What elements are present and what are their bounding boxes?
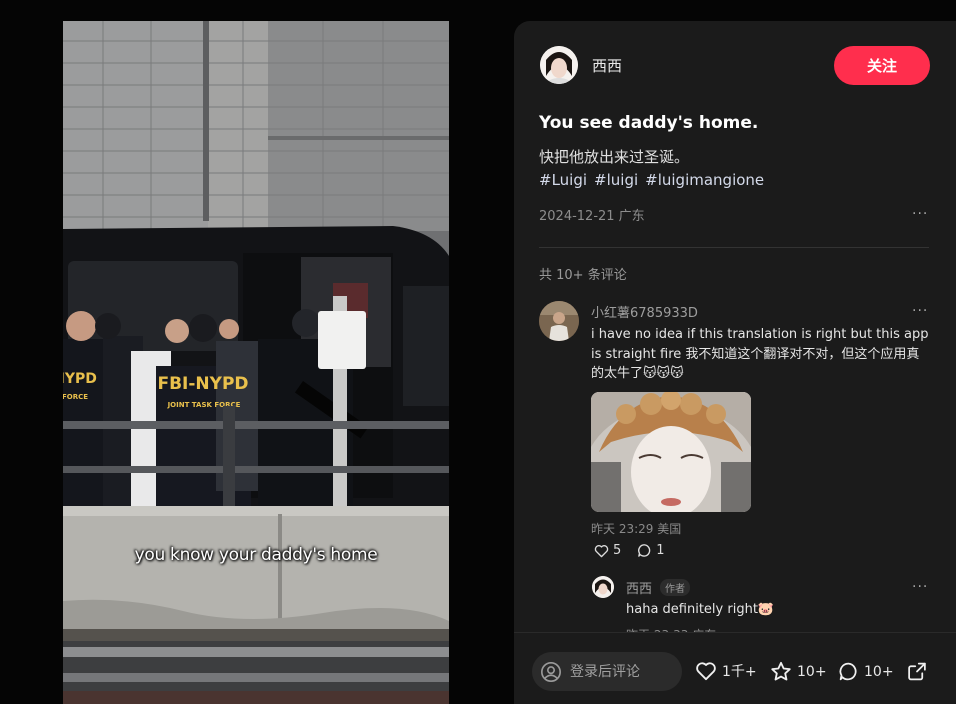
comment-button[interactable]: 10+ <box>838 661 894 682</box>
divider <box>539 247 929 248</box>
vest-text-fbi: FBI-NYPD <box>157 374 248 394</box>
comment-icon <box>638 544 651 557</box>
share-icon <box>908 662 926 681</box>
comment-text: i have no idea if this translation is ri… <box>591 327 929 381</box>
note-tags: #Luigi #luigi #luigimangione <box>539 171 764 189</box>
comment-like-count: 5 <box>613 543 622 558</box>
note-body: 快把他放出来过圣诞。 <box>539 148 690 166</box>
video-player[interactable]: FBI-NYPD JOINT TASK FORCE NYPD FORCE you… <box>63 21 449 704</box>
bottom-action-bar: 1千+ 10+ 10+ <box>514 632 956 704</box>
reply-username[interactable]: 西西 <box>626 578 652 597</box>
reply-text: haha definitely right🐷 <box>626 602 775 617</box>
comment-reply-button[interactable]: 1 <box>637 543 665 558</box>
author-info[interactable]: 西西 <box>540 46 622 84</box>
like-count: 1千+ <box>722 664 757 680</box>
share-button[interactable] <box>906 661 928 682</box>
vest-text-nypd: NYPD <box>63 371 97 387</box>
reply-user: 西西 作者 <box>626 578 691 597</box>
follow-button[interactable]: 关注 <box>834 46 930 85</box>
user-icon <box>541 661 561 682</box>
comment-meta: 昨天 23:29 美国 <box>591 522 682 536</box>
like-button[interactable]: 1千+ <box>695 661 757 681</box>
author-badge: 作者 <box>660 579 691 596</box>
tag-link[interactable]: #Luigi <box>539 171 587 189</box>
comment-reply-count: 1 <box>656 543 665 558</box>
heart-icon <box>696 662 716 681</box>
comment-icon <box>839 662 857 681</box>
commenter-name[interactable]: 小红薯6785933D <box>591 302 698 321</box>
comment-like-button[interactable]: 5 <box>594 543 621 558</box>
note-date-location: 2024-12-21 广东 <box>539 209 645 224</box>
comment-image[interactable] <box>591 392 751 512</box>
note-title: You see daddy's home. <box>539 113 759 133</box>
comment-more-icon[interactable]: ··· <box>912 303 928 319</box>
comment-count: 共 10+ 条评论 <box>539 268 627 283</box>
favorite-button[interactable]: 10+ <box>770 661 827 682</box>
reply-avatar[interactable] <box>592 576 614 598</box>
comment-input[interactable] <box>570 663 680 680</box>
author-name[interactable]: 西西 <box>592 55 622 76</box>
commenter-avatar[interactable] <box>539 301 579 341</box>
comment-input-box[interactable] <box>532 652 682 691</box>
video-subtitle: you know your daddy's home <box>134 545 378 565</box>
note-viewer: FBI-NYPD JOINT TASK FORCE NYPD FORCE you… <box>0 0 956 704</box>
note-detail-panel: 西西 关注 You see daddy's home. 快把他放出来过圣诞。 #… <box>514 21 956 704</box>
tag-link[interactable]: #luigi <box>594 171 638 189</box>
video-frame: FBI-NYPD JOINT TASK FORCE NYPD FORCE <box>63 21 449 704</box>
tag-link[interactable]: #luigimangione <box>645 171 764 189</box>
reply-more-icon[interactable]: ··· <box>912 579 928 595</box>
heart-icon <box>594 544 609 557</box>
vest-text-force: FORCE <box>63 393 88 401</box>
star-icon <box>771 661 791 681</box>
favorite-count: 10+ <box>797 663 827 680</box>
note-more-icon[interactable]: ··· <box>912 206 928 222</box>
author-avatar[interactable] <box>540 46 578 84</box>
comment-actions: 5 1 <box>594 543 665 558</box>
comment-count-bottom: 10+ <box>864 663 894 680</box>
